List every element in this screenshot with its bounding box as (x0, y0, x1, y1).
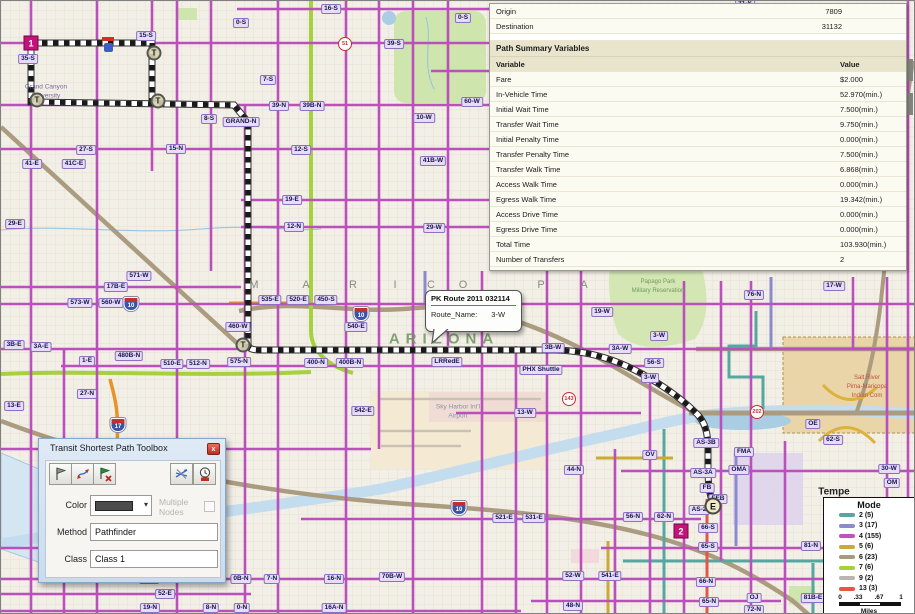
destination-flag-clear-icon (97, 466, 113, 482)
origin-value: 7809 (825, 4, 842, 19)
reroute-path-button[interactable] (71, 463, 94, 485)
legend-item: 5 (6) (824, 542, 914, 553)
summary-row: Access Walk Time 0.000(min.) (490, 177, 906, 192)
legend-swatch (839, 524, 855, 528)
legend-items: 2 (5) 3 (17) 4 (155) 5 (6) (824, 510, 914, 594)
legend-item: 2 (5) (824, 510, 914, 521)
legend-swatch (839, 566, 855, 570)
legend-item: 6 (23) (824, 552, 914, 563)
tooltip-tail (431, 329, 451, 344)
color-dropdown[interactable]: ▾ (90, 495, 152, 516)
summary-row: Number of Transfers 2 (490, 252, 906, 267)
bus-stop-bar (102, 37, 114, 41)
dialog-title-bar[interactable]: Transit Shortest Path Toolbox (39, 439, 225, 458)
close-icon[interactable]: x (207, 443, 220, 455)
bus-stop-box (104, 43, 113, 52)
reroute-path-icon (75, 466, 91, 482)
tooltip-divider (431, 305, 516, 306)
color-label: Color (47, 500, 87, 510)
bus-stop-icon (102, 37, 114, 52)
column-header-row: Variable Value (490, 57, 906, 72)
network-options-button[interactable] (170, 463, 193, 485)
legend-item: 4 (155) (824, 531, 914, 542)
scale-bar-segments (839, 602, 901, 606)
summary-row: Transfer Penalty Time 7.500(min.) (490, 147, 906, 162)
scale-tick: .67 (874, 594, 883, 601)
legend-item: 13 (3) (824, 584, 914, 595)
legend-item: 7 (6) (824, 563, 914, 574)
class-field[interactable]: Class 1 (90, 550, 218, 568)
legend-swatch (839, 513, 855, 517)
scale-tick: 0 (838, 594, 842, 601)
schedule-clock-button[interactable] (193, 463, 216, 485)
legend-swatch (839, 555, 855, 559)
class-label: Class (47, 554, 87, 564)
panel-gap (490, 34, 906, 41)
origin-row: Origin 7809 (490, 4, 906, 19)
color-swatch (95, 501, 133, 511)
destination-row: Destination 31132 (490, 19, 906, 34)
legend-title: Mode (824, 500, 914, 510)
origin-flag-button[interactable] (49, 463, 72, 485)
summary-row: Total Time 103.930(min.) (490, 237, 906, 252)
legend-swatch (839, 534, 855, 538)
multiple-nodes-checkbox[interactable] (204, 501, 215, 512)
schedule-clock-icon (197, 466, 213, 482)
summary-row: Fare $2.000 (490, 72, 906, 87)
summary-row: In-Vehicle Time 52.970(min.) (490, 87, 906, 102)
transit-toolbox-dialog: Transit Shortest Path Toolbox x (38, 438, 226, 583)
legend-swatch (839, 576, 855, 580)
scale-unit: Miles (824, 608, 914, 614)
destination-value: 31132 (822, 19, 842, 34)
tooltip-field-value: 3-W (491, 310, 505, 319)
legend-swatch (839, 545, 855, 549)
chevron-down-icon: ▾ (144, 500, 148, 509)
scale-tick: 1 (899, 594, 903, 601)
indian-community-area (783, 337, 915, 433)
scale-tick: .33 (853, 594, 862, 601)
scale-bar: 0 .33 .67 1 Miles (824, 594, 914, 614)
network-options-icon (174, 466, 190, 482)
summary-row: Transfer Wait Time 9.750(min.) (490, 117, 906, 132)
legend-swatch (839, 587, 855, 591)
mode-legend: Mode 2 (5) 3 (17) 4 (155) (823, 497, 915, 614)
summary-row: Initial Wait Time 7.500(min.) (490, 102, 906, 117)
origin-flag-icon (53, 466, 69, 482)
route-tooltip: PK Route 2011 032114 Route_Name: 3-W (425, 290, 522, 332)
method-label: Method (47, 527, 87, 537)
section-title: Path Summary Variables (490, 41, 906, 57)
method-field[interactable]: Pathfinder (90, 523, 218, 541)
tooltip-title: PK Route 2011 032114 (431, 294, 516, 303)
summary-row: Egress Drive Time 0.000(min.) (490, 222, 906, 237)
legend-item: 3 (17) (824, 521, 914, 532)
summary-row: Access Drive Time 0.000(min.) (490, 207, 906, 222)
multiple-nodes-label: Multiple Nodes (159, 497, 199, 517)
destination-flag-clear-button[interactable] (93, 463, 116, 485)
summary-row: Initial Penalty Time 0.000(min.) (490, 132, 906, 147)
summary-row: Transfer Walk Time 6.868(min.) (490, 162, 906, 177)
summary-rows: Fare $2.000 In-Vehicle Time 52.970(min.)… (490, 72, 906, 267)
legend-item: 9 (2) (824, 573, 914, 584)
summary-row: Egress Walk Time 19.342(min.) (490, 192, 906, 207)
path-summary-panel: Origin 7809 Destination 31132 Path Summa… (489, 3, 907, 271)
tooltip-field-label: Route_Name: (431, 310, 477, 319)
transit-gis-application: ARIZONAMARICOPAGrand CanyonUniversitySky… (0, 0, 915, 614)
